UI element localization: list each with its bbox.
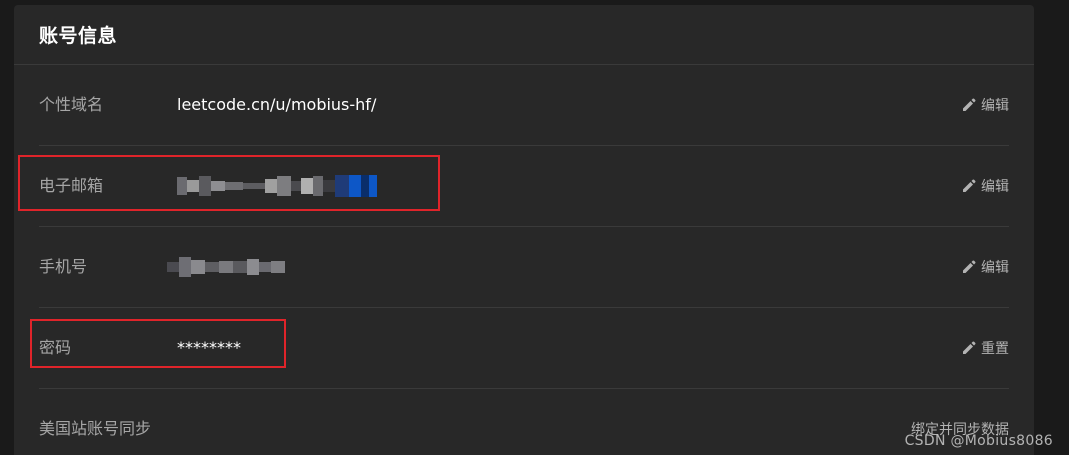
page: 账号信息 个性域名 leetcode.cn/u/mobius-hf/ 编辑 电子… bbox=[0, 0, 1069, 455]
pencil-icon bbox=[963, 341, 976, 354]
pencil-icon bbox=[963, 98, 976, 111]
password-value: ******** bbox=[177, 338, 241, 357]
edit-phone-button[interactable]: 编辑 bbox=[961, 227, 1009, 307]
row-label: 电子邮箱 bbox=[39, 176, 104, 195]
row-custom-domain: 个性域名 leetcode.cn/u/mobius-hf/ 编辑 bbox=[39, 65, 1009, 146]
row-label: 美国站账号同步 bbox=[39, 419, 152, 438]
edit-label: 编辑 bbox=[981, 260, 1009, 276]
edit-domain-button[interactable]: 编辑 bbox=[961, 65, 1009, 145]
custom-domain-value: leetcode.cn/u/mobius-hf/ bbox=[177, 95, 377, 114]
row-label: 手机号 bbox=[39, 257, 88, 276]
row-email: 电子邮箱 编辑 bbox=[39, 146, 1009, 227]
row-label: 密码 bbox=[39, 338, 72, 357]
phone-value-redacted bbox=[167, 256, 285, 278]
pencil-icon bbox=[963, 179, 976, 192]
email-value-redacted bbox=[177, 175, 377, 197]
edit-email-button[interactable]: 编辑 bbox=[961, 146, 1009, 226]
panel-title: 账号信息 bbox=[39, 25, 118, 47]
account-info-panel: 账号信息 个性域名 leetcode.cn/u/mobius-hf/ 编辑 电子… bbox=[14, 5, 1034, 455]
row-us-site-sync: 美国站账号同步 绑定并同步数据 bbox=[39, 389, 1009, 455]
csdn-watermark: CSDN @Mobius8086 bbox=[904, 433, 1053, 449]
edit-label: 编辑 bbox=[981, 98, 1009, 114]
row-label: 个性域名 bbox=[39, 95, 104, 114]
row-password: 密码 ******** 重置 bbox=[39, 308, 1009, 389]
panel-header: 账号信息 bbox=[14, 5, 1034, 65]
edit-label: 编辑 bbox=[981, 179, 1009, 195]
pencil-icon bbox=[963, 260, 976, 273]
row-phone: 手机号 编辑 bbox=[39, 227, 1009, 308]
reset-password-button[interactable]: 重置 bbox=[961, 308, 1009, 388]
reset-label: 重置 bbox=[981, 341, 1009, 357]
